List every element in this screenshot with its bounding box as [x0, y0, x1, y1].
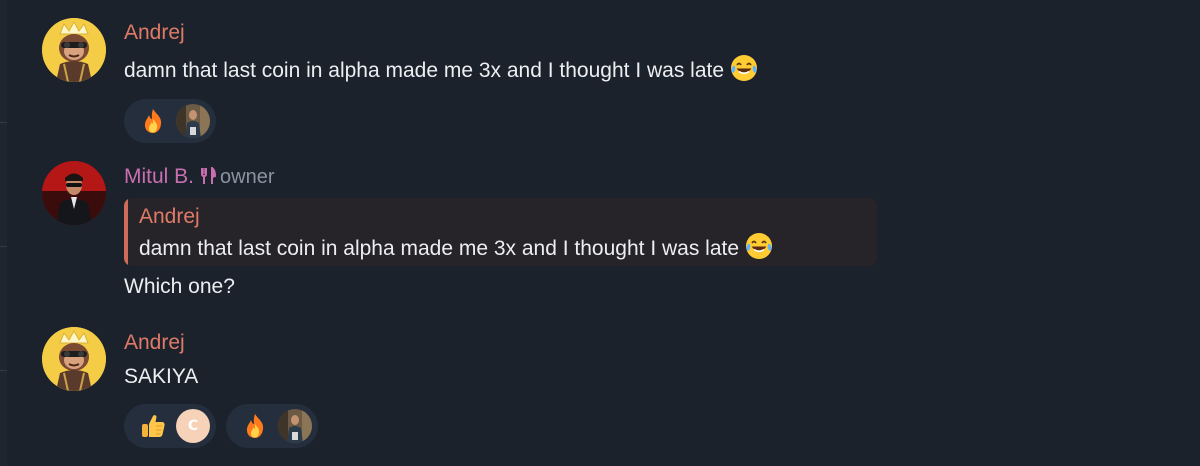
thumbs-up-emoji — [140, 413, 166, 439]
fire-emoji — [242, 413, 268, 439]
reaction-thumbs-up[interactable]: C — [124, 404, 216, 448]
message-text: SAKIYA — [124, 365, 199, 388]
fork-knife-icon — [201, 167, 217, 184]
message-text: damn that last coin in alpha made me 3x … — [124, 54, 1200, 84]
message-author-line: Mitul B. owner — [124, 164, 1200, 190]
reply-author: Andrej — [139, 205, 200, 228]
reaction-bar: C — [124, 404, 1200, 448]
photo-avatar — [176, 104, 210, 138]
message-content: Mitul B. owner Andrej damn that last coi… — [124, 164, 1200, 300]
ape-avatar-icon[interactable] — [42, 327, 106, 391]
message-content: Andrej damn that last coin in alpha made… — [124, 20, 1200, 143]
left-edge-strip — [0, 0, 7, 466]
letter-avatar: C — [176, 409, 210, 443]
reply-quote-bar — [124, 198, 128, 266]
message-text: Which one? — [124, 275, 235, 298]
reply-quote[interactable]: Andrej damn that last coin in alpha made… — [124, 198, 877, 266]
author-name[interactable]: Andrej — [124, 21, 185, 44]
reply-text-content: damn that last coin in alpha made me 3x … — [139, 237, 740, 260]
reply-text: damn that last coin in alpha made me 3x … — [139, 232, 773, 262]
reaction-bar — [124, 99, 1200, 143]
laughing-tears-emoji — [730, 54, 758, 82]
photo-avatar — [278, 409, 312, 443]
message-author-line: Andrej — [124, 330, 1200, 356]
laughing-tears-emoji — [745, 232, 773, 260]
reaction-fire[interactable] — [124, 99, 216, 143]
message-content: Andrej SAKIYA C — [124, 330, 1200, 448]
author-name[interactable]: Andrej — [124, 331, 185, 354]
role-label: owner — [220, 166, 275, 188]
reaction-fire[interactable] — [226, 404, 318, 448]
fire-emoji — [140, 108, 166, 134]
divider — [0, 246, 7, 247]
message-text-content: damn that last coin in alpha made me 3x … — [124, 59, 725, 82]
man-photo-avatar-icon[interactable] — [42, 161, 106, 225]
divider — [0, 122, 7, 123]
ape-avatar-icon[interactable] — [42, 18, 106, 82]
message-author-line: Andrej — [124, 20, 1200, 46]
divider — [0, 370, 7, 371]
author-name[interactable]: Mitul B. — [124, 165, 194, 188]
